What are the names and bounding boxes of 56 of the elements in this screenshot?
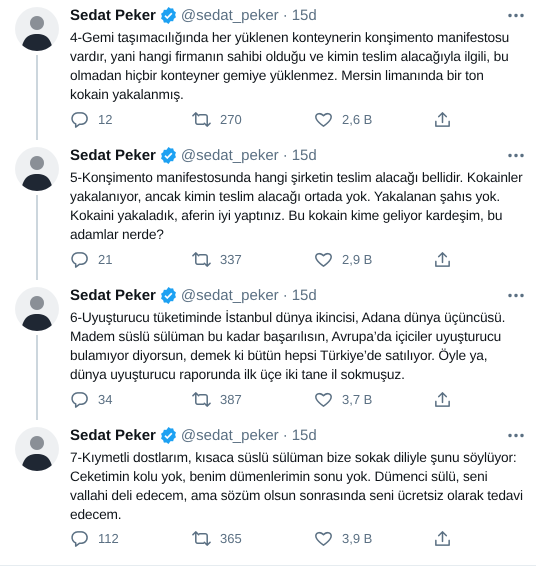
- tweet-text: 6-Uyuşturucu tüketiminde İstanbul dünya ikincisi, Adana dünya üçüncüsü. Madem süslü sülüman bu kadar başarılısın, Avrupa’da içiciler uyuşturucu bulamıyor diyorsun, demek ki bütün hepsi Türkiye’de satılıyor. Öyle ya, dünya uyuşturucu raporunda ilk üçe iki tane il sokmuşuz.: [70, 309, 506, 384]
- retweet-count: 387: [220, 392, 242, 407]
- timestamp[interactable]: 15d: [292, 426, 317, 444]
- share-icon[interactable]: [433, 390, 452, 409]
- timestamp[interactable]: 15d: [292, 286, 317, 304]
- reply-count: 34: [98, 392, 112, 407]
- retweet-icon[interactable]: [192, 529, 211, 548]
- avatar[interactable]: [15, 147, 59, 191]
- more-options-icon[interactable]: [508, 292, 524, 298]
- retweet-icon[interactable]: [192, 110, 211, 129]
- heart-icon[interactable]: [314, 110, 333, 129]
- reply-icon[interactable]: [70, 529, 89, 548]
- heart-icon[interactable]: [314, 390, 333, 409]
- like-count: 2,6 B: [342, 112, 372, 127]
- share-icon[interactable]: [433, 250, 452, 269]
- avatar[interactable]: [15, 427, 59, 471]
- reply-icon[interactable]: [70, 390, 89, 409]
- like-count: 3,9 B: [342, 531, 372, 546]
- author-name[interactable]: Sedat Peker: [70, 286, 156, 304]
- reply-count: 12: [98, 112, 112, 127]
- avatar[interactable]: [15, 7, 59, 51]
- retweet-icon[interactable]: [192, 250, 211, 269]
- separator: ·: [282, 146, 288, 164]
- timestamp[interactable]: 15d: [292, 146, 317, 164]
- separator: ·: [282, 286, 288, 304]
- tweet-text: 4-Gemi taşımacılığında her yüklenen konteynerin konşimento manifestosu vardır, yani hangi firmanın sahibi olduğu ve kimin teslim alacağıyla ilgili, bu olmadan hiçbir konteyner gemiye yüklenmez. Mersin limanında bir ton kokain yakalanmış.: [70, 29, 510, 104]
- more-options-icon[interactable]: [508, 152, 524, 158]
- reply-icon[interactable]: [70, 110, 89, 129]
- reply-count: 112: [98, 531, 119, 546]
- share-icon[interactable]: [433, 110, 452, 129]
- tweet-text: 5-Konşimento manifestosunda hangi şirketin teslim alacağı bellidir. Kokainler yakalanıyor, ancak kimin teslim alacağı ortada yok. Yakalanan şahıs yok. Kokaini yakaladık, aferin iyi yaptınız. Bu kokain kime geliyor kardeşim, bu adamlar nerde?: [70, 169, 524, 244]
- retweet-icon[interactable]: [192, 390, 211, 409]
- reply-count: 21: [98, 252, 112, 267]
- author-handle[interactable]: @sedat_peker: [180, 286, 279, 304]
- heart-icon[interactable]: [314, 529, 333, 548]
- author-handle[interactable]: @sedat_peker: [180, 426, 279, 444]
- author-handle[interactable]: @sedat_peker: [180, 6, 279, 24]
- share-icon[interactable]: [433, 529, 452, 548]
- retweet-count: 270: [220, 112, 242, 127]
- reply-icon[interactable]: [70, 250, 89, 269]
- author-name[interactable]: Sedat Peker: [70, 426, 156, 444]
- avatar[interactable]: [15, 287, 59, 331]
- retweet-count: 365: [220, 531, 242, 546]
- author-name[interactable]: Sedat Peker: [70, 6, 156, 24]
- timestamp[interactable]: 15d: [292, 6, 317, 24]
- tweet-text: 7-Kıymetli dostlarım, kısaca süslü sülüman bize sokak diliyle şunu söylüyor: Ceketimin kolu yok, benim dümenlerimin sonu yok. Dümenci sülü, seni vallahi deli edecem, ama sözüm olsun sonrasında seni ücretsiz olarak tedavi edecem.: [70, 449, 524, 524]
- separator: ·: [282, 426, 288, 444]
- like-count: 2,9 B: [342, 252, 372, 267]
- retweet-count: 337: [220, 252, 242, 267]
- separator: ·: [282, 6, 288, 24]
- author-handle[interactable]: @sedat_peker: [180, 146, 279, 164]
- more-options-icon[interactable]: [508, 12, 524, 18]
- heart-icon[interactable]: [314, 250, 333, 269]
- more-options-icon[interactable]: [508, 432, 524, 438]
- author-name[interactable]: Sedat Peker: [70, 146, 156, 164]
- like-count: 3,7 B: [342, 392, 372, 407]
